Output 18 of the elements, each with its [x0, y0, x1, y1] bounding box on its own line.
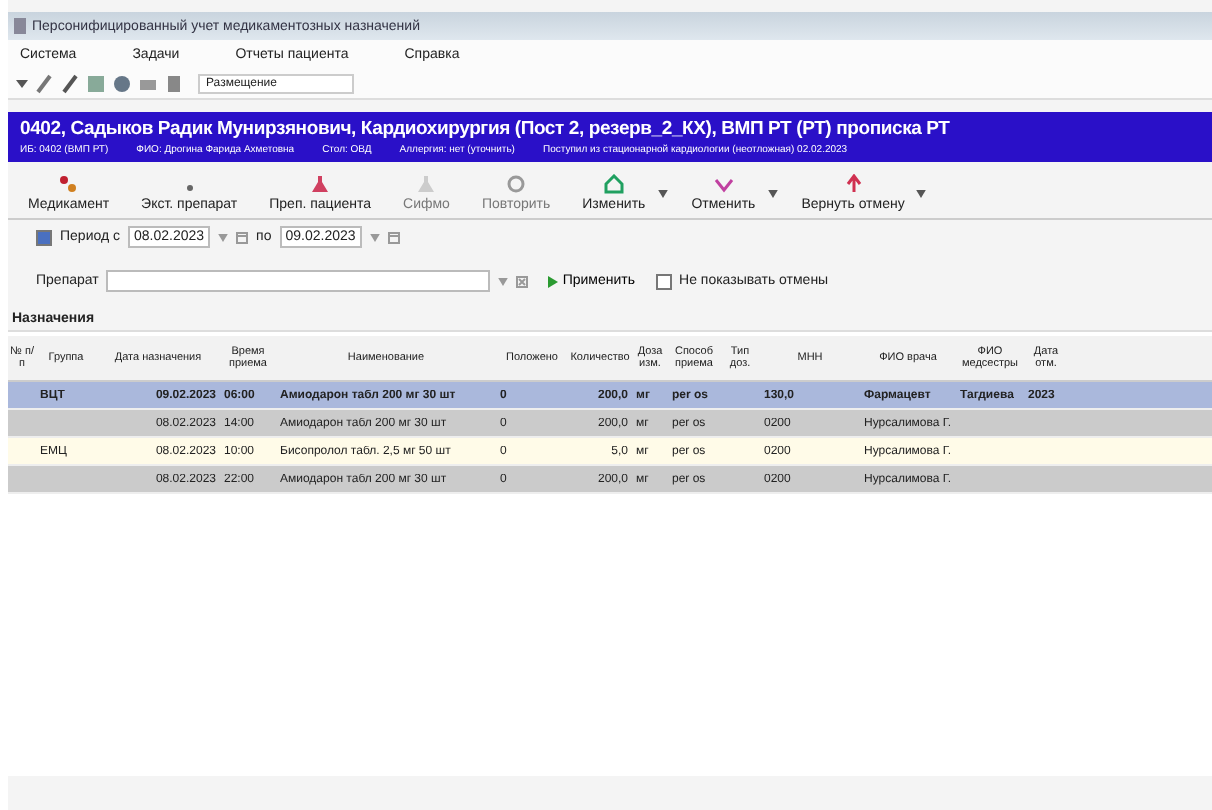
app-icon	[14, 18, 26, 34]
play-icon	[548, 275, 559, 287]
drug-field[interactable]	[106, 270, 491, 292]
dropdown-icon[interactable]	[657, 189, 668, 197]
clear-icon[interactable]	[516, 275, 529, 287]
dropdown-icon[interactable]	[767, 189, 778, 197]
house-icon	[603, 174, 624, 194]
dropdown-icon[interactable]	[16, 78, 28, 90]
calendar-icon[interactable]	[387, 231, 400, 243]
flask-icon	[416, 174, 437, 194]
pills-icon	[58, 174, 79, 194]
calendar-icon[interactable]	[236, 231, 249, 243]
patient-title: 0402, Садыков Радик Мунирзянович, Кардиохирургия (Пост 2, резерв_2_КХ), ВМП РТ (РТ) прописка РТ	[20, 118, 952, 140]
flask-icon	[310, 174, 331, 194]
arrow-icon	[843, 174, 864, 194]
dropdown-icon[interactable]	[916, 189, 927, 197]
hide-cancelled-checkbox[interactable]	[655, 273, 672, 289]
period-checkbox[interactable]	[36, 229, 52, 245]
